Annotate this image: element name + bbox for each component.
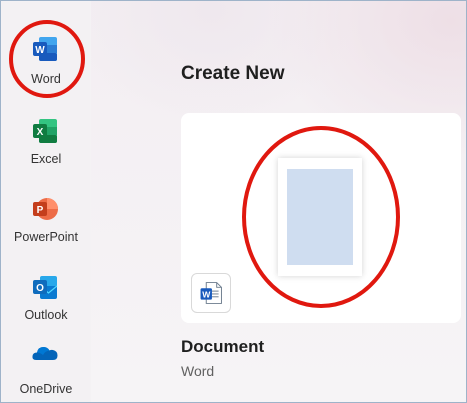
onedrive-icon bbox=[32, 347, 58, 360]
word-icon: W bbox=[33, 37, 57, 61]
sidebar-item-outlook[interactable]: O Outlook bbox=[2, 266, 90, 326]
sidebar-item-label: Excel bbox=[30, 152, 62, 166]
sidebar-item-powerpoint[interactable]: P PowerPoint bbox=[2, 188, 90, 248]
svg-text:O: O bbox=[36, 283, 44, 294]
powerpoint-icon: P bbox=[33, 198, 58, 220]
outlook-icon: O bbox=[33, 276, 58, 299]
document-thumbnail-preview bbox=[287, 169, 353, 265]
sidebar-item-label: Outlook bbox=[24, 308, 68, 322]
app-window: W Word X Excel P PowerPoint O Outlook On… bbox=[0, 0, 467, 403]
template-name: Document bbox=[181, 337, 265, 356]
document-thumbnail[interactable] bbox=[278, 158, 362, 276]
svg-text:W: W bbox=[35, 45, 45, 56]
app-sidebar: W Word X Excel P PowerPoint O Outlook On… bbox=[2, 2, 90, 402]
sidebar-item-label: OneDrive bbox=[19, 382, 73, 396]
page-title: Create New bbox=[181, 63, 285, 84]
word-doc-badge: W bbox=[191, 273, 231, 313]
svg-text:X: X bbox=[37, 127, 44, 138]
excel-icon: X bbox=[33, 119, 57, 143]
sidebar-item-label: Word bbox=[31, 72, 61, 86]
sidebar-item-label: PowerPoint bbox=[14, 230, 78, 244]
sidebar-item-word[interactable]: W Word bbox=[2, 26, 90, 92]
sidebar-item-excel[interactable]: X Excel bbox=[2, 110, 90, 170]
svg-text:W: W bbox=[202, 289, 211, 299]
sidebar-item-onedrive[interactable]: OneDrive bbox=[2, 330, 90, 400]
template-app: Word bbox=[181, 363, 215, 379]
word-doc-icon: W bbox=[200, 282, 222, 304]
svg-text:P: P bbox=[37, 205, 44, 216]
